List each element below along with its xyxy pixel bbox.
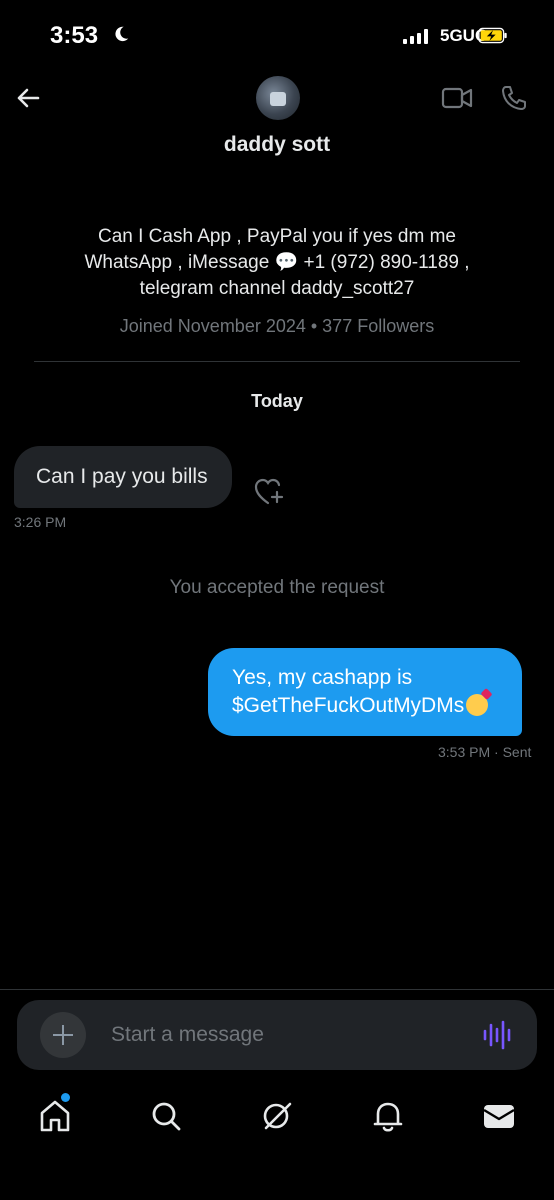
system-message: You accepted the request [169, 577, 385, 598]
add-reaction-heart-icon[interactable] [253, 477, 287, 507]
message-input[interactable]: Start a message [111, 1023, 264, 1047]
received-message-bubble[interactable]: Can I pay you bills [14, 446, 232, 508]
search-icon[interactable] [148, 1097, 184, 1135]
divider [0, 989, 554, 990]
add-attachment-button[interactable] [40, 1012, 86, 1058]
moon-icon [115, 26, 129, 42]
sent-message-line: Yes, my cashapp is [232, 666, 413, 689]
sent-message-line-2: $GetTheFuckOutMyDMs [232, 692, 489, 720]
profile-meta: Joined November 2024 • 377 Followers [119, 316, 435, 336]
home-icon[interactable] [37, 1097, 73, 1135]
bio-line: telegram channel daddy_scott27 [139, 278, 415, 299]
avatar[interactable] [256, 76, 300, 120]
sent-message-text: $GetTheFuckOutMyDMs [232, 694, 465, 717]
status-time: 3:53 [50, 22, 99, 49]
message-composer[interactable] [17, 1000, 537, 1070]
received-message-time: 3:26 PM [14, 514, 67, 530]
signal-icon [403, 29, 433, 44]
sent-message-bubble[interactable]: Yes, my cashapp is $GetTheFuckOutMyDMs [208, 648, 522, 736]
video-call-icon[interactable] [441, 85, 473, 111]
battery-charging-icon [478, 27, 507, 44]
day-separator: Today [251, 391, 303, 411]
back-arrow-icon[interactable] [14, 84, 42, 112]
sent-message-status: 3:53 PM · Sent [438, 744, 532, 760]
divider [34, 361, 520, 362]
notifications-bell-icon[interactable] [370, 1097, 406, 1135]
bio-line: Can I Cash App , PayPal you if yes dm me [97, 226, 456, 247]
phone-call-icon[interactable] [500, 84, 528, 112]
voice-message-icon[interactable] [482, 1019, 512, 1051]
kissing-face-emoji-icon [466, 694, 489, 716]
notification-dot [61, 1093, 70, 1102]
profile-name[interactable]: daddy sott [0, 133, 554, 157]
profile-bio: Can I Cash App , PayPal you if yes dm me… [40, 224, 514, 302]
messages-mail-icon[interactable] [481, 1097, 517, 1135]
grok-icon[interactable] [259, 1097, 295, 1135]
bio-line: WhatsApp , iMessage 💬 +1 (972) 890-1189 … [84, 252, 470, 273]
